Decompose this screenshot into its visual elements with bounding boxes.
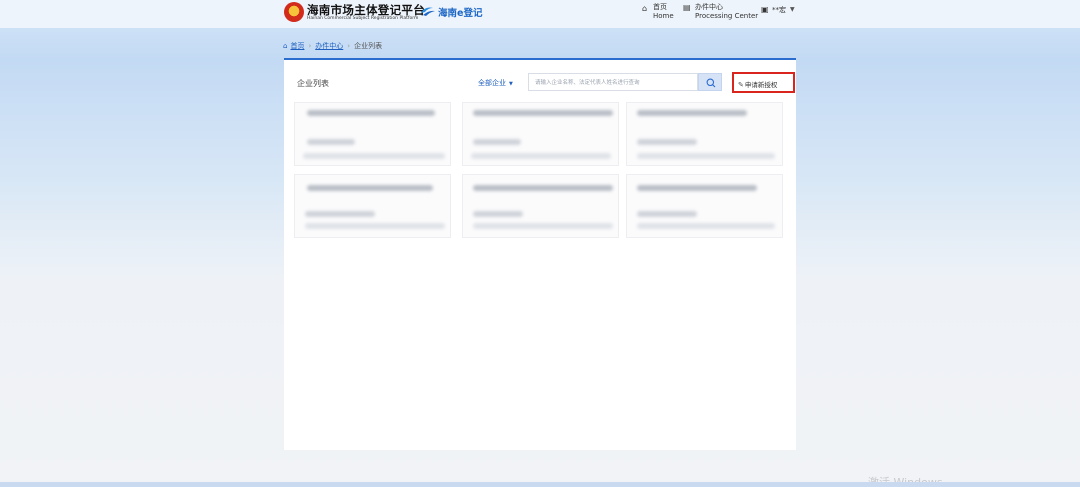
e-registration-logo-icon: [421, 7, 435, 16]
top-header: 海南市场主体登记平台 Hainan Commercial Subject Reg…: [0, 0, 1080, 28]
company-card[interactable]: [626, 102, 783, 166]
user-icon: ▣: [761, 5, 769, 14]
nav-processing-center[interactable]: 办件中心 Processing Center: [695, 3, 758, 21]
bottom-bar: [0, 482, 1080, 487]
filter-label: 全部企业: [478, 79, 506, 87]
nav-home-cn: 首页: [653, 3, 667, 11]
company-code-blurred: [637, 139, 697, 145]
apply-button-label: 申请新授权: [744, 81, 778, 89]
company-card[interactable]: [294, 102, 451, 166]
nav-processing-en: Processing Center: [695, 12, 759, 20]
company-list-panel: 企业列表 全部企业 ▼ 请输入企业名称、法定代表人姓名进行查询 ✎申请新授权: [284, 58, 796, 450]
nav-home-en: Home: [653, 12, 674, 20]
company-info-blurred: [471, 153, 611, 159]
company-code-blurred: [473, 139, 521, 145]
company-code-blurred: [305, 211, 375, 217]
user-name[interactable]: **宏: [772, 6, 786, 15]
company-name-blurred: [473, 185, 613, 191]
national-emblem-icon: [284, 2, 304, 22]
home-icon: ⌂: [642, 4, 648, 13]
document-icon: ▤: [683, 3, 691, 12]
company-name-blurred: [307, 110, 435, 116]
platform-subtitle: Hainan Commercial Subject Registration P…: [307, 16, 419, 21]
company-card[interactable]: [626, 174, 783, 238]
breadcrumb-processing-center[interactable]: 办件中心: [315, 42, 343, 50]
company-name-blurred: [473, 110, 613, 116]
e-registration-logo-text: 海南e登记: [438, 8, 483, 19]
company-code-blurred: [473, 211, 523, 217]
company-code-blurred: [307, 139, 355, 145]
company-info-blurred: [637, 223, 775, 229]
company-info-blurred: [305, 223, 445, 229]
nav-processing-cn: 办件中心: [695, 3, 723, 11]
breadcrumb-home[interactable]: 首页: [290, 42, 304, 50]
company-name-blurred: [637, 110, 747, 116]
company-info-blurred: [637, 153, 775, 159]
company-filter-dropdown[interactable]: 全部企业 ▼: [478, 78, 513, 88]
company-card[interactable]: [462, 174, 619, 238]
apply-new-authorization-button[interactable]: ✎申请新授权: [732, 72, 795, 93]
company-card[interactable]: [462, 102, 619, 166]
breadcrumb: ⌂ 首页 › 办件中心 › 企业列表: [283, 41, 382, 51]
company-name-blurred: [637, 185, 757, 191]
edit-icon: ✎: [738, 81, 744, 89]
company-info-blurred: [473, 223, 613, 229]
chevron-down-icon[interactable]: ▼: [790, 6, 795, 13]
company-code-blurred: [637, 211, 697, 217]
chevron-down-icon: ▼: [509, 81, 513, 87]
search-button[interactable]: [698, 73, 722, 91]
home-icon: ⌂: [283, 42, 288, 50]
company-name-blurred: [307, 185, 433, 191]
chevron-right-icon: ›: [308, 42, 312, 50]
chevron-right-icon: ›: [347, 42, 351, 50]
search-input[interactable]: 请输入企业名称、法定代表人姓名进行查询: [528, 73, 698, 91]
nav-home[interactable]: 首页 Home: [653, 3, 674, 21]
company-info-blurred: [303, 153, 445, 159]
company-card[interactable]: [294, 174, 451, 238]
search-icon: [706, 78, 716, 88]
breadcrumb-current: 企业列表: [354, 42, 383, 50]
page-title: 企业列表: [297, 79, 329, 88]
